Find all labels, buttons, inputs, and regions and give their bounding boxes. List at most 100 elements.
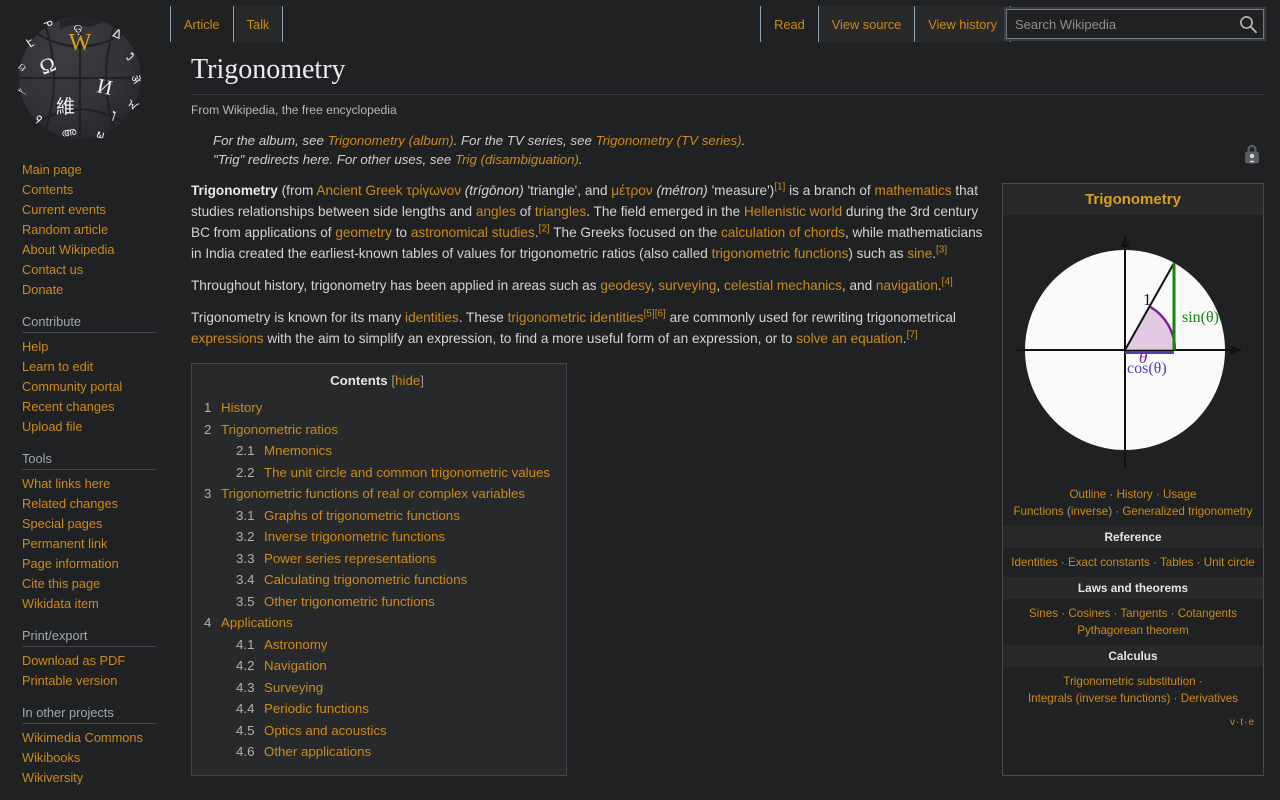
sidebar-item[interactable]: Random article	[22, 220, 166, 240]
sidebar-item-about[interactable]: About Wikipedia	[22, 242, 114, 257]
sidebar-item-random-article[interactable]: Random article	[22, 222, 108, 237]
reference-marker[interactable]: [4]	[942, 277, 953, 288]
lock-icon[interactable]	[1242, 143, 1262, 165]
hatnote-link[interactable]: Trig (disambiguation)	[455, 152, 579, 167]
toc-entry[interactable]: 1 History	[204, 397, 550, 419]
sidebar-item-cite-this-page[interactable]: Cite this page	[22, 576, 100, 591]
infobox-link-inverse[interactable]: inverse	[1071, 505, 1108, 518]
sidebar-item-help[interactable]: Help	[22, 339, 48, 354]
search-icon[interactable]	[1238, 14, 1258, 34]
article-link[interactable]: Hellenistic world	[744, 204, 842, 219]
sidebar-item-page-information[interactable]: Page information	[22, 556, 119, 571]
sidebar-item-recent-changes[interactable]: Recent changes	[22, 399, 114, 414]
sidebar-item-wikimedia-commons[interactable]: Wikimedia Commons	[22, 730, 143, 745]
reference-link[interactable]: [3]	[936, 245, 947, 256]
tab-article[interactable]: Article	[170, 6, 234, 42]
sidebar-item[interactable]: Wikiversity	[22, 768, 166, 788]
reference-marker[interactable]: [3]	[936, 245, 947, 256]
toc-entry[interactable]: 4 Applications 4.1 Astronomy 4.2 Navigation 4.…	[204, 612, 550, 763]
toc-entry[interactable]: 4.3 Surveying	[236, 677, 550, 699]
infobox-link-functions[interactable]: Functions	[1013, 505, 1063, 518]
toc-link[interactable]: 2.1 Mnemonics	[236, 443, 332, 458]
toc-link[interactable]: 4.6 Other applications	[236, 744, 371, 759]
sidebar-item[interactable]: Wikidata item	[22, 594, 166, 614]
infobox-link-integrals[interactable]: Integrals	[1028, 692, 1072, 705]
article-link[interactable]: trigonometric functions	[712, 246, 849, 261]
article-link[interactable]: astronomical studies	[411, 225, 535, 240]
sidebar-item[interactable]: Contents	[22, 180, 166, 200]
sidebar-item-related-changes[interactable]: Related changes	[22, 496, 118, 511]
sidebar-item[interactable]: Learn to edit	[22, 357, 166, 377]
toc-link[interactable]: 3 Trigonometric functions of real or comp…	[204, 486, 525, 501]
infobox-link-trigonometric-substitution[interactable]: Trigonometric substitution	[1063, 675, 1195, 688]
infobox-link-cotangents[interactable]: Cotangents	[1178, 607, 1237, 620]
article-link[interactable]: sine	[907, 246, 932, 261]
sidebar-item-wikidata-item[interactable]: Wikidata item	[22, 596, 99, 611]
toc-entry[interactable]: 2 Trigonometric ratios 2.1 Mnemonics 2.2 The …	[204, 419, 550, 484]
toc-link[interactable]: 3.3 Power series representations	[236, 551, 436, 566]
toc-entry[interactable]: 4.6 Other applications	[236, 741, 550, 763]
search-input[interactable]	[1004, 7, 1266, 41]
infobox-link-unit-circle[interactable]: Unit circle	[1204, 556, 1255, 569]
sidebar-item-main-page[interactable]: Main page	[22, 162, 82, 177]
sidebar-item-contents[interactable]: Contents	[22, 182, 73, 197]
sidebar-item[interactable]: Recent changes	[22, 397, 166, 417]
tab-view-history[interactable]: View history	[914, 6, 1011, 42]
infobox-link-exact-constants[interactable]: Exact constants	[1068, 556, 1150, 569]
tab-read[interactable]: Read	[760, 6, 819, 42]
article-link[interactable]: surveying	[658, 278, 716, 293]
sidebar-item-download-as-pdf[interactable]: Download as PDF	[22, 653, 125, 668]
tab-read-label[interactable]: Read	[774, 17, 805, 32]
toc-link[interactable]: 2.2 The unit circle and common trigonomet…	[236, 465, 550, 480]
tab-article-label[interactable]: Article	[184, 17, 220, 32]
wikipedia-logo[interactable]: Ω И 維 ו ଡ଼ ᐃ է ಐ ᚠ ᓄ അ ພ ᠠ ऄ ງ ᓀ W	[0, 0, 160, 160]
toc-entry[interactable]: 3.2 Inverse trigonometric functions	[236, 526, 550, 548]
toc-entry[interactable]: 4.1 Astronomy	[236, 634, 550, 656]
sidebar-item[interactable]: Printable version	[22, 671, 166, 691]
toc-link[interactable]: 4.3 Surveying	[236, 680, 323, 695]
sidebar-item-printable-version[interactable]: Printable version	[22, 673, 117, 688]
toc-link[interactable]: 4.4 Periodic functions	[236, 701, 369, 716]
sidebar-item[interactable]: Cite this page	[22, 574, 166, 594]
sidebar-item[interactable]: Contact us	[22, 260, 166, 280]
reference-link[interactable]: [2]	[539, 224, 550, 235]
infobox-link-usage[interactable]: Usage	[1163, 488, 1197, 501]
reference-link[interactable]: [5][6]	[644, 309, 666, 320]
article-link[interactable]: angles	[476, 204, 516, 219]
sidebar-item[interactable]: About Wikipedia	[22, 240, 166, 260]
toc-entry[interactable]: 4.4 Periodic functions	[236, 698, 550, 720]
reference-marker[interactable]: [1]	[774, 182, 785, 193]
sidebar-item-community-portal[interactable]: Community portal	[22, 379, 122, 394]
toc-link[interactable]: 3.5 Other trigonometric functions	[236, 594, 435, 609]
toc-link[interactable]: 3.2 Inverse trigonometric functions	[236, 529, 445, 544]
sidebar-item[interactable]: Donate	[22, 280, 166, 300]
toc-link[interactable]: 3.4 Calculating trigonometric functions	[236, 572, 467, 587]
tab-view-source-label[interactable]: View source	[832, 17, 901, 32]
toc-toggle-link[interactable]: hide	[395, 373, 420, 388]
sidebar-item-wikiversity[interactable]: Wikiversity	[22, 770, 83, 785]
infobox-vte-edit[interactable]: e	[1248, 717, 1255, 728]
reference-marker[interactable]: [7]	[907, 330, 918, 341]
article-link[interactable]: geodesy	[600, 278, 650, 293]
toc-link[interactable]: 4 Applications	[204, 615, 293, 630]
sidebar-item[interactable]: Wikibooks	[22, 748, 166, 768]
toc-entry[interactable]: 3.1 Graphs of trigonometric functions	[236, 505, 550, 527]
sidebar-item[interactable]: Permanent link	[22, 534, 166, 554]
toc-link[interactable]: 4.2 Navigation	[236, 658, 327, 673]
sidebar-item[interactable]: Help	[22, 337, 166, 357]
sidebar-item-current-events[interactable]: Current events	[22, 202, 106, 217]
infobox-link-generalized-trigonometry[interactable]: Generalized trigonometry	[1122, 505, 1252, 518]
infobox-link-identities[interactable]: Identities	[1011, 556, 1057, 569]
sidebar-item-special-pages[interactable]: Special pages	[22, 516, 102, 531]
article-link[interactable]: μέτρον	[611, 183, 652, 198]
article-link[interactable]: triangles	[535, 204, 586, 219]
hatnote-link[interactable]: Trigonometry (album)	[328, 133, 454, 148]
reference-link[interactable]: [1]	[774, 182, 785, 193]
article-link[interactable]: calculation of chords	[721, 225, 845, 240]
article-link[interactable]: identities	[405, 310, 459, 325]
hatnote-link[interactable]: Trigonometry (TV series)	[596, 133, 742, 148]
article-link[interactable]: solve an equation	[796, 331, 903, 346]
infobox-link-pythagorean-theorem[interactable]: Pythagorean theorem	[1077, 624, 1189, 637]
infobox-link-cosines[interactable]: Cosines	[1068, 607, 1110, 620]
sidebar-item-what-links-here[interactable]: What links here	[22, 476, 110, 491]
